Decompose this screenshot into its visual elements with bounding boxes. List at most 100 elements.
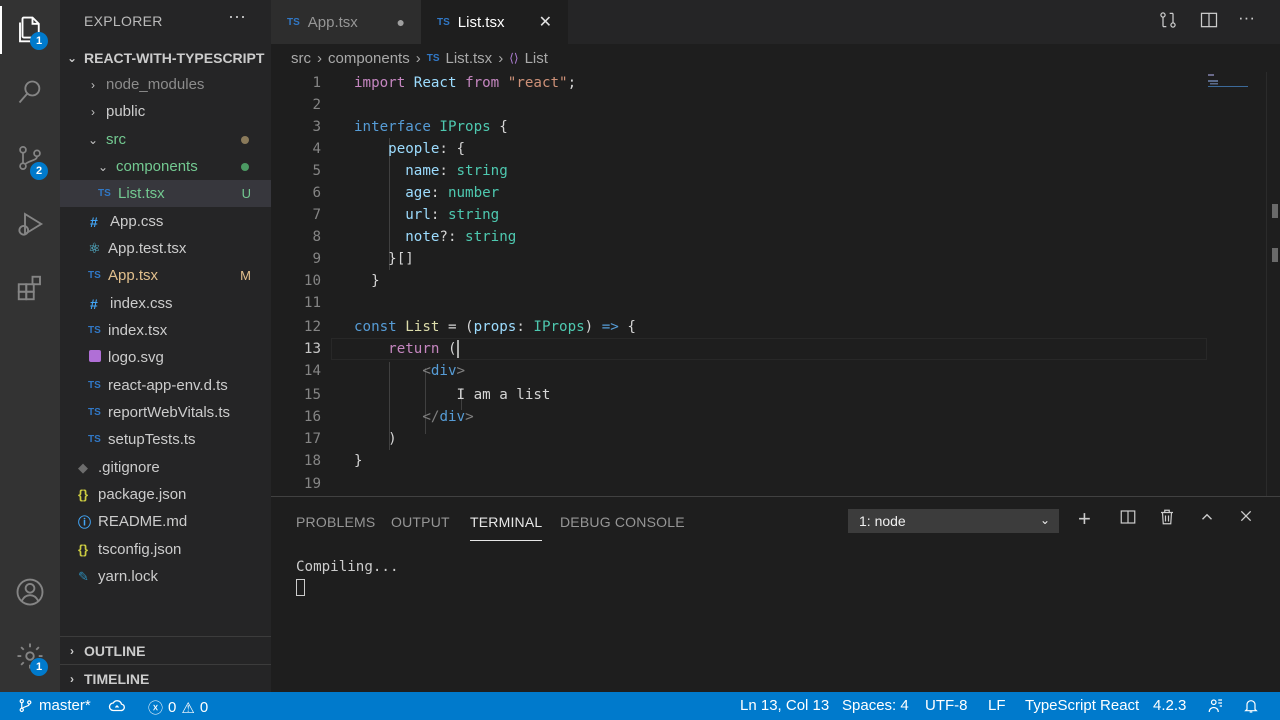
tab-debug-console[interactable]: DEBUG CONSOLE: [560, 514, 685, 530]
tree-item-label: setupTests.ts: [108, 431, 196, 448]
split-editor-icon[interactable]: [1199, 10, 1219, 35]
tree-item-label: public: [106, 103, 146, 120]
tab-problems[interactable]: PROBLEMS: [296, 514, 375, 530]
bottom-panel: PROBLEMS OUTPUT TERMINAL DEBUG CONSOLE 1…: [271, 496, 1280, 692]
tree-item-logo-svg[interactable]: logo.svg: [60, 344, 271, 371]
code-line: 11: [271, 292, 1280, 314]
timeline-section-header[interactable]: › TIMELINE: [60, 665, 271, 692]
typescript-version[interactable]: 4.2.3: [1153, 697, 1186, 714]
close-panel-icon[interactable]: [1238, 508, 1254, 529]
new-terminal-icon[interactable]: +: [1078, 506, 1091, 532]
warning-count: 0: [199, 699, 209, 716]
feedback-icon[interactable]: [1207, 697, 1225, 719]
sync-icon[interactable]: [108, 697, 126, 719]
line-number: 17: [303, 431, 321, 447]
minimap[interactable]: [1206, 72, 1266, 192]
branch-indicator[interactable]: master*: [18, 697, 91, 714]
indentation[interactable]: Spaces: 4: [842, 697, 909, 714]
notifications-bell-icon[interactable]: [1243, 697, 1259, 719]
tree-item-label: index.tsx: [108, 322, 168, 339]
text-cursor: [456, 340, 459, 358]
tree-item-report-web-vitals[interactable]: TS reportWebVitals.ts: [60, 399, 271, 426]
terminal-select[interactable]: 1: node ⌄: [848, 509, 1059, 533]
language-mode[interactable]: TypeScript React: [1025, 697, 1139, 714]
breadcrumb-item[interactable]: List.tsx: [446, 50, 493, 67]
code-line: 16 </div>: [271, 406, 1280, 428]
tree-item-gitignore[interactable]: ◆ .gitignore: [60, 454, 271, 481]
line-number: 12: [303, 319, 321, 335]
tab-app-tsx[interactable]: TS App.tsx ●: [271, 0, 421, 44]
breadcrumb-item[interactable]: components: [328, 50, 410, 67]
tab-output[interactable]: OUTPUT: [391, 514, 450, 530]
code-line: 17 ): [271, 428, 1280, 450]
trash-icon[interactable]: [1158, 508, 1176, 531]
code-text: interface IProps {: [354, 119, 508, 135]
tree-item-label: yarn.lock: [98, 568, 159, 585]
code-text: import React from "react";: [354, 75, 577, 91]
tree-item-tsconfig[interactable]: {} tsconfig.json: [60, 536, 271, 563]
tree-item-app-tsx[interactable]: TS App.tsx M: [60, 262, 271, 289]
code-text: const List = (props: IProps) => {: [354, 319, 636, 335]
run-debug-icon[interactable]: [0, 194, 60, 254]
breadcrumb-item[interactable]: src: [291, 50, 311, 67]
chevron-right-icon: ›: [70, 671, 74, 686]
line-number: 18: [303, 453, 321, 469]
breadcrumb-item[interactable]: List: [525, 50, 548, 67]
tree-item-components[interactable]: ⌄ components: [60, 153, 271, 180]
code-line: 4 people: {: [271, 138, 1280, 160]
split-terminal-icon[interactable]: [1119, 508, 1137, 531]
terminal-output[interactable]: Compiling...: [296, 559, 399, 575]
line-number: 16: [303, 409, 321, 425]
close-icon[interactable]: ✕: [539, 12, 552, 32]
outline-label: OUTLINE: [84, 642, 146, 659]
tree-item-public[interactable]: › public: [60, 98, 271, 125]
encoding[interactable]: UTF-8: [925, 697, 968, 714]
tree-item-src[interactable]: ⌄ src: [60, 126, 271, 153]
typescript-file-icon: TS: [426, 52, 440, 64]
end-of-line[interactable]: LF: [988, 697, 1006, 714]
editor-scrollbar[interactable]: [1266, 72, 1280, 496]
cursor-position[interactable]: Ln 13, Col 13: [740, 697, 829, 714]
project-section-header[interactable]: ⌄ REACT-WITH-TYPESCRIPT: [60, 44, 271, 71]
tree-item-list-tsx[interactable]: TS List.tsx U: [60, 180, 271, 207]
maximize-panel-icon[interactable]: [1198, 508, 1216, 531]
tree-item-setup-tests[interactable]: TS setupTests.ts: [60, 426, 271, 453]
error-icon: ⓧ: [148, 700, 164, 717]
line-number: 2: [312, 97, 321, 113]
tab-list-tsx[interactable]: TS List.tsx ✕: [421, 0, 568, 44]
more-actions-icon[interactable]: ···: [1238, 8, 1255, 28]
problems-indicator[interactable]: ⓧ 0 ⚠ 0: [148, 697, 208, 718]
source-control-icon[interactable]: 2: [0, 128, 60, 188]
tree-item-yarn-lock[interactable]: ✎ yarn.lock: [60, 563, 271, 590]
code-text: note?: string: [405, 229, 517, 245]
tree-item-index-css[interactable]: # index.css: [60, 290, 271, 317]
tree-item-app-test-tsx[interactable]: ⚛ App.test.tsx: [60, 235, 271, 262]
code-text: name: string: [405, 163, 508, 179]
outline-section-header[interactable]: › OUTLINE: [60, 637, 271, 664]
tree-item-index-tsx[interactable]: TS index.tsx: [60, 317, 271, 344]
code-text: </div>: [422, 409, 474, 425]
settings-gear-icon[interactable]: 1: [0, 626, 60, 686]
typescript-file-icon: TS: [88, 270, 101, 281]
code-editor[interactable]: 1 import React from "react"; 2 3 interface…: [271, 72, 1280, 496]
code-text: ): [354, 431, 397, 447]
code-line: 7 url: string: [271, 204, 1280, 226]
tree-item-node-modules[interactable]: › node_modules: [60, 71, 271, 98]
tab-terminal[interactable]: TERMINAL: [470, 514, 543, 541]
tree-item-label: components: [116, 158, 198, 175]
accounts-icon[interactable]: [0, 562, 60, 622]
search-icon[interactable]: [0, 62, 60, 122]
tree-item-react-app-env[interactable]: TS react-app-env.d.ts: [60, 372, 271, 399]
open-changes-icon[interactable]: [1158, 10, 1178, 35]
tree-item-readme[interactable]: ⓘ README.md: [60, 508, 271, 535]
unsaved-dot-icon[interactable]: ●: [397, 14, 405, 30]
line-number: 6: [312, 185, 321, 201]
tree-item-app-css[interactable]: # App.css: [60, 208, 271, 235]
more-actions-icon[interactable]: ···: [228, 6, 246, 27]
tree-item-package-json[interactable]: {} package.json: [60, 481, 271, 508]
extensions-icon[interactable]: [0, 258, 60, 318]
typescript-file-icon: TS: [88, 434, 101, 445]
info-file-icon: ⓘ: [78, 515, 92, 530]
explorer-icon[interactable]: 1: [0, 0, 60, 60]
tree-item-label: src: [106, 131, 126, 148]
